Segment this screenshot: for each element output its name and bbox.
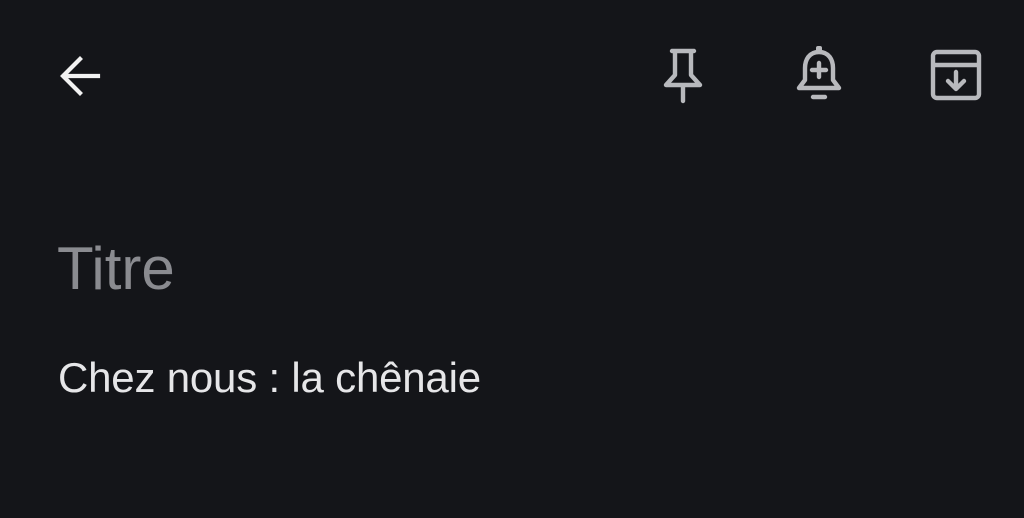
title-input[interactable] [57,228,957,308]
pin-button[interactable] [651,42,715,108]
note-editor-screen: Chez nous : la chênaie [0,0,1024,518]
back-button[interactable] [48,44,112,108]
top-toolbar [0,0,1024,150]
archive-icon [928,47,984,103]
pin-icon [660,45,706,105]
arrow-left-icon [54,50,106,102]
add-reminder-button[interactable] [787,42,851,108]
archive-button[interactable] [924,42,988,108]
note-body-text[interactable]: Chez nous : la chênaie [58,354,481,402]
bell-plus-icon [794,44,844,106]
